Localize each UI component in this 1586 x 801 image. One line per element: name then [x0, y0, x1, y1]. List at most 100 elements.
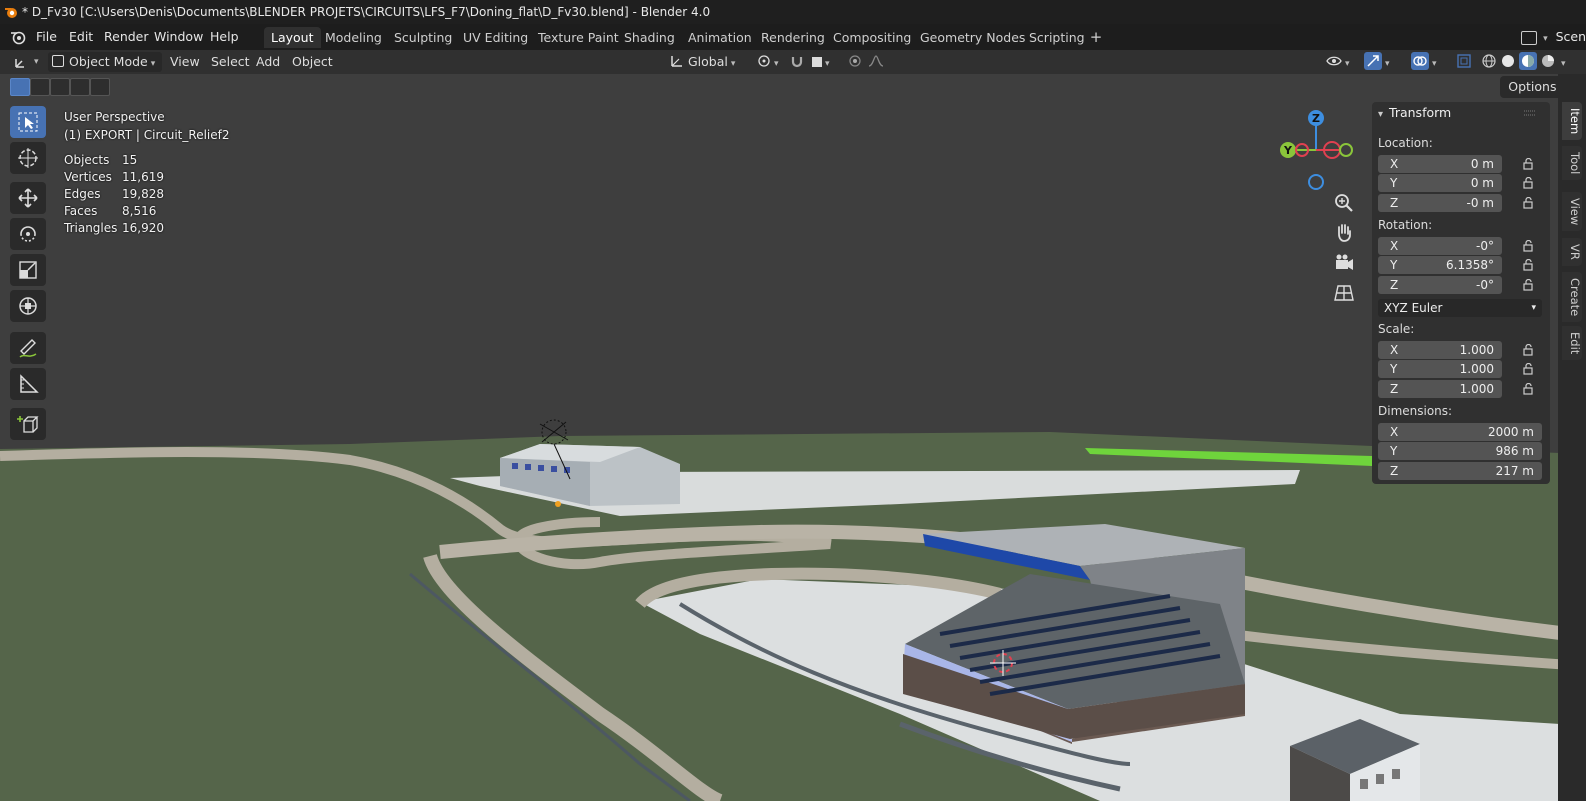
rotate-icon: [20, 226, 36, 242]
solid-shading-icon[interactable]: [1500, 53, 1516, 69]
rotation-z-field[interactable]: Z -0°: [1378, 276, 1502, 294]
rendered-shading-icon[interactable]: [1540, 53, 1556, 69]
dimensions-z-field[interactable]: Z 217 m: [1378, 462, 1542, 480]
scale-z-field[interactable]: Z 1.000: [1378, 380, 1502, 398]
scale-y-field[interactable]: Y 1.000: [1378, 360, 1502, 378]
select-box-tool[interactable]: [10, 106, 46, 138]
menu-select[interactable]: Select: [207, 52, 254, 72]
tab-animation[interactable]: Animation: [681, 27, 759, 48]
sidebar-tab-edit[interactable]: Edit: [1562, 326, 1582, 361]
move-tool[interactable]: [10, 182, 46, 214]
proportional-falloff-selector[interactable]: [868, 52, 892, 72]
menu-edit[interactable]: Edit: [63, 28, 99, 46]
dimensions-x-field[interactable]: X 2000 m: [1378, 423, 1542, 441]
menu-object[interactable]: Object: [288, 52, 337, 72]
zoom-button[interactable]: [1331, 190, 1357, 216]
drag-handle-icon[interactable]: [1524, 110, 1536, 116]
axis-label: Y: [1390, 176, 1398, 190]
lock-icon[interactable]: [1522, 240, 1534, 252]
lock-icon[interactable]: [1522, 279, 1534, 291]
tab-uv-editing[interactable]: UV Editing: [456, 27, 535, 48]
menu-window[interactable]: Window: [148, 28, 209, 46]
proportional-edit-toggle[interactable]: [848, 52, 864, 72]
tab-rendering[interactable]: Rendering: [754, 27, 832, 48]
sidebar-tab-vr[interactable]: VR: [1562, 238, 1582, 266]
lock-icon[interactable]: [1522, 344, 1534, 356]
location-y-field[interactable]: Y 0 m: [1378, 174, 1502, 192]
annotate-tool[interactable]: [10, 332, 46, 364]
lock-icon[interactable]: [1522, 197, 1534, 209]
add-workspace-button[interactable]: +: [1087, 27, 1105, 48]
lock-icon[interactable]: [1522, 259, 1534, 271]
location-z-field[interactable]: Z -0 m: [1378, 194, 1502, 212]
scene-name: Scen: [1555, 29, 1586, 44]
visibility-selector[interactable]: ▾: [1326, 52, 1356, 72]
select-box-icon: [18, 112, 38, 132]
gizmo-neg-y-axis[interactable]: [1339, 143, 1353, 157]
dimensions-y-field[interactable]: Y 986 m: [1378, 442, 1542, 460]
transform-panel: ▾ Transform Location: X 0 m Y 0 m Z -0 m Rot…: [1372, 102, 1550, 484]
select-extend-icon[interactable]: [30, 78, 50, 96]
perspective-toggle-button[interactable]: [1331, 280, 1357, 306]
transform-orientation-selector[interactable]: Global ▾: [670, 52, 746, 72]
pan-button[interactable]: [1331, 220, 1357, 246]
camera-view-button[interactable]: [1331, 250, 1357, 276]
location-x-field[interactable]: X 0 m: [1378, 155, 1502, 173]
snap-toggle[interactable]: [790, 52, 808, 72]
menu-help[interactable]: Help: [204, 28, 245, 46]
tab-sculpting[interactable]: Sculpting: [387, 27, 459, 48]
navigation-gizmo[interactable]: Z Y: [1270, 108, 1360, 194]
editor-type-selector[interactable]: ▾: [10, 52, 40, 72]
gizmo-neg-z-axis[interactable]: [1308, 174, 1324, 190]
lock-icon[interactable]: [1522, 383, 1534, 395]
lock-icon[interactable]: [1522, 177, 1534, 189]
select-difference-icon[interactable]: [70, 78, 90, 96]
tab-modeling[interactable]: Modeling: [318, 27, 389, 48]
tab-scripting[interactable]: Scripting: [1022, 27, 1092, 48]
mode-selector[interactable]: Object Mode ▾: [48, 52, 162, 72]
menu-view[interactable]: View: [166, 52, 204, 72]
select-subtract-icon[interactable]: [50, 78, 70, 96]
scale-x-field[interactable]: X 1.000: [1378, 341, 1502, 359]
tab-geometry-nodes[interactable]: Geometry Nodes: [913, 27, 1032, 48]
tab-shading[interactable]: Shading: [617, 27, 682, 48]
wireframe-shading-icon[interactable]: [1481, 53, 1497, 69]
tab-texture-paint[interactable]: Texture Paint: [531, 27, 626, 48]
pivot-point-selector[interactable]: ▾: [757, 52, 783, 72]
rotation-y-field[interactable]: Y 6.1358°: [1378, 256, 1502, 274]
scene-selector[interactable]: ▾ Scen: [1521, 26, 1586, 48]
lock-icon[interactable]: [1522, 158, 1534, 170]
transform-tool[interactable]: [10, 290, 46, 322]
transform-panel-header[interactable]: ▾ Transform: [1378, 105, 1451, 120]
cursor-tool[interactable]: [10, 142, 46, 174]
menu-file[interactable]: File: [30, 28, 63, 46]
menu-render[interactable]: Render: [98, 28, 155, 46]
tab-layout[interactable]: Layout: [264, 27, 321, 48]
sidebar-tab-view[interactable]: View: [1562, 192, 1582, 232]
sidebar-tab-tool[interactable]: Tool: [1562, 146, 1582, 181]
axis-label: X: [1390, 425, 1399, 439]
lock-icon[interactable]: [1522, 363, 1534, 375]
overlays-toggle[interactable]: ▾: [1411, 52, 1449, 72]
sidebar-tab-create[interactable]: Create: [1562, 272, 1582, 323]
window-title: * D_Fv30 [C:\Users\Denis\Documents\BLEND…: [22, 5, 711, 19]
rotate-tool[interactable]: [10, 218, 46, 250]
rotation-x-field[interactable]: X -0°: [1378, 237, 1502, 255]
scale-tool[interactable]: [10, 254, 46, 286]
xray-toggle[interactable]: [1456, 52, 1476, 72]
select-new-icon[interactable]: [10, 78, 30, 96]
add-cube-tool[interactable]: [10, 408, 46, 440]
3d-viewport[interactable]: Options ▾ User Perspective: [0, 74, 1586, 801]
sidebar-tab-item[interactable]: Item: [1562, 102, 1582, 141]
gizmo-toggle[interactable]: ▾: [1364, 52, 1402, 72]
select-intersect-icon[interactable]: [90, 78, 110, 96]
material-preview-icon[interactable]: [1519, 52, 1537, 70]
blender-menu-icon[interactable]: [10, 29, 26, 45]
snap-target-selector[interactable]: ▾: [812, 52, 838, 72]
rotation-mode-select[interactable]: XYZ Euler ▾: [1378, 299, 1542, 317]
stat-label: Edges: [64, 187, 101, 201]
tab-compositing[interactable]: Compositing: [826, 27, 918, 48]
measure-tool[interactable]: [10, 368, 46, 400]
menu-add[interactable]: Add: [252, 52, 284, 72]
shading-mode-selector[interactable]: ▾: [1481, 52, 1577, 72]
